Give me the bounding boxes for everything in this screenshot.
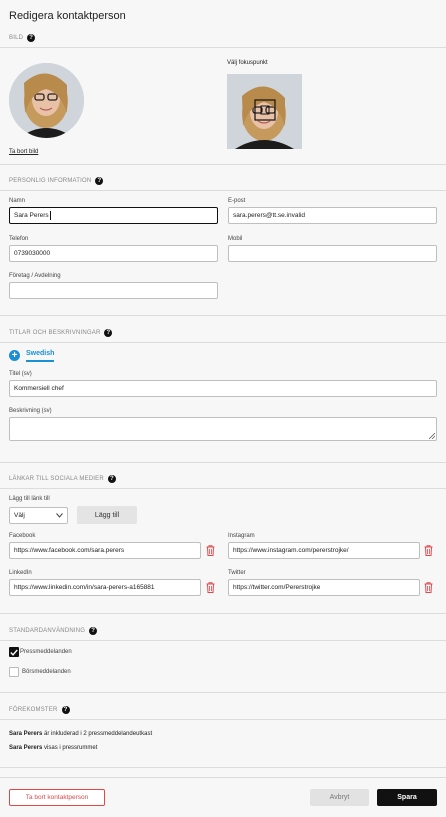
- twitter-value: https://twitter.com/Pererstrojke: [233, 584, 321, 591]
- avatar: [9, 63, 84, 138]
- divider: [0, 164, 446, 165]
- personal-section-heading: PERSONLIG INFORMATION ?: [9, 177, 104, 185]
- name-label: Namn: [9, 198, 26, 204]
- cancel-button[interactable]: Avbryt: [310, 789, 369, 806]
- text-cursor: [49, 211, 51, 220]
- save-button[interactable]: Spara: [377, 789, 437, 806]
- stock-release-label: Börsmeddelanden: [22, 669, 71, 675]
- trash-icon[interactable]: [424, 582, 433, 593]
- divider: [0, 777, 446, 778]
- mobile-label: Mobil: [228, 236, 243, 242]
- select-value: Välj: [14, 512, 25, 519]
- image-section-label: BILD: [9, 35, 24, 41]
- press-release-checkbox-row[interactable]: Pressmeddelanden: [9, 647, 72, 657]
- instagram-field[interactable]: https://www.instagram.com/pererstrojke/: [228, 542, 420, 559]
- divider: [0, 342, 446, 343]
- personal-section-label: PERSONLIG INFORMATION: [9, 178, 92, 184]
- title-value: Kommersiell chef: [14, 385, 64, 392]
- email-label: E-post: [228, 198, 246, 204]
- help-icon[interactable]: ?: [27, 34, 36, 42]
- occurrence-line-drafts: Sara Perers är inkluderad i 2 pressmedde…: [9, 731, 152, 737]
- facebook-field[interactable]: https://www.facebook.com/sara.perers: [9, 542, 201, 559]
- press-release-checkbox[interactable]: [9, 647, 19, 657]
- social-section-heading: LÄNKAR TILL SOCIALA MEDIER ?: [9, 475, 116, 483]
- twitter-label: Twitter: [228, 570, 246, 576]
- stock-release-checkbox[interactable]: [9, 667, 19, 677]
- default-use-section-label: STANDARDANVÄNDNING: [9, 628, 86, 634]
- divider: [0, 640, 446, 641]
- add-language-icon[interactable]: +: [9, 350, 20, 361]
- divider: [0, 767, 446, 768]
- resize-handle-icon[interactable]: [429, 433, 435, 439]
- divider: [0, 315, 446, 316]
- twitter-field[interactable]: https://twitter.com/Pererstrojke: [228, 579, 420, 596]
- stock-release-checkbox-row[interactable]: Börsmeddelanden: [9, 667, 71, 677]
- linkedin-value: https://www.linkedin.com/in/sara-perers-…: [14, 584, 155, 591]
- link-type-select[interactable]: Välj: [9, 507, 68, 524]
- linkedin-field[interactable]: https://www.linkedin.com/in/sara-perers-…: [9, 579, 201, 596]
- title-field[interactable]: Kommersiell chef: [9, 380, 437, 397]
- email-field[interactable]: sara.perers@tt.se.invalid: [228, 207, 437, 224]
- remove-image-link[interactable]: Ta bort bild: [9, 149, 38, 155]
- avatar-image: [9, 63, 84, 138]
- press-release-label: Pressmeddelanden: [20, 649, 72, 655]
- divider: [0, 190, 446, 191]
- title-label: Titel (sv): [9, 371, 32, 377]
- trash-icon[interactable]: [206, 582, 215, 593]
- image-section-heading: BILD ?: [9, 34, 36, 42]
- phone-value: 0739030000: [14, 250, 51, 257]
- company-label: Företag / Avdelning: [9, 273, 61, 279]
- titles-section-heading: TITLAR OCH BESKRIVNINGAR ?: [9, 329, 113, 337]
- occurrences-section-label: FÖREKOMSTER: [9, 707, 58, 713]
- help-icon[interactable]: ?: [104, 329, 113, 337]
- divider: [0, 613, 446, 614]
- company-field[interactable]: [9, 282, 218, 299]
- help-icon[interactable]: ?: [107, 475, 116, 483]
- focus-point-label: Välj fokuspunkt: [227, 60, 268, 66]
- name-field[interactable]: Sara Perers: [9, 207, 218, 224]
- focus-image: [227, 74, 302, 149]
- titles-section-label: TITLAR OCH BESKRIVNINGAR: [9, 330, 101, 336]
- default-use-section-heading: STANDARDANVÄNDNING ?: [9, 627, 98, 635]
- help-icon[interactable]: ?: [89, 627, 98, 635]
- description-textarea[interactable]: [9, 417, 437, 441]
- divider: [0, 719, 446, 720]
- chevron-down-icon: [56, 513, 63, 518]
- instagram-value: https://www.instagram.com/pererstrojke/: [233, 547, 349, 554]
- instagram-label: Instagram: [228, 533, 255, 539]
- add-link-label: Lägg till länk till: [9, 496, 50, 502]
- social-section-label: LÄNKAR TILL SOCIALA MEDIER: [9, 476, 104, 482]
- description-label: Beskrivning (sv): [9, 408, 52, 414]
- occurrences-section-heading: FÖREKOMSTER ?: [9, 706, 70, 714]
- help-icon[interactable]: ?: [95, 177, 104, 185]
- focus-point-picker[interactable]: [227, 74, 302, 149]
- occurrence-text: är inkluderad i 2 pressmeddelandeutkast: [42, 731, 153, 737]
- occurrence-text: visas i pressrummet: [42, 745, 98, 751]
- page-title: Redigera kontaktperson: [9, 10, 126, 22]
- add-link-button[interactable]: Lägg till: [77, 506, 137, 524]
- name-value: Sara Perers: [14, 212, 49, 219]
- mobile-field[interactable]: [228, 245, 437, 262]
- divider: [0, 488, 446, 489]
- occurrence-name: Sara Perers: [9, 745, 43, 751]
- facebook-label: Facebook: [9, 533, 36, 539]
- occurrence-line-newsroom: Sara Perers visas i pressrummet: [9, 745, 97, 751]
- occurrence-name: Sara Perers: [9, 731, 43, 737]
- linkedin-label: LinkedIn: [9, 570, 32, 576]
- facebook-value: https://www.facebook.com/sara.perers: [14, 547, 125, 554]
- trash-icon[interactable]: [424, 545, 433, 556]
- delete-contact-button[interactable]: Ta bort kontaktperson: [9, 789, 105, 806]
- help-icon[interactable]: ?: [61, 706, 70, 714]
- checkmark-icon: [10, 649, 18, 656]
- phone-label: Telefon: [9, 236, 29, 242]
- divider: [0, 692, 446, 693]
- phone-field[interactable]: 0739030000: [9, 245, 218, 262]
- divider: [0, 462, 446, 463]
- divider: [0, 47, 446, 48]
- trash-icon[interactable]: [206, 545, 215, 556]
- email-value: sara.perers@tt.se.invalid: [233, 212, 305, 219]
- tab-swedish[interactable]: Swedish: [26, 350, 55, 362]
